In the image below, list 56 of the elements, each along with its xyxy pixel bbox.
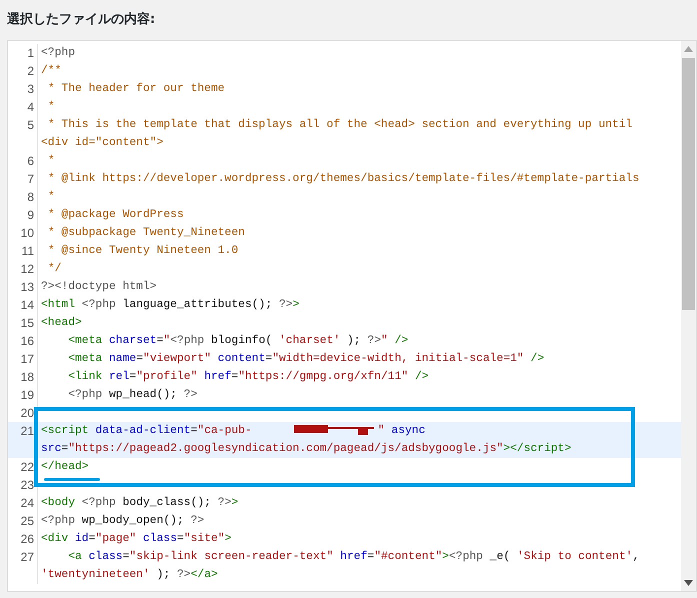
code-line: * bbox=[46, 100, 55, 115]
code-line: * This is the template that displays all of the <head> section and everything up until <div id="content"> bbox=[41, 118, 634, 151]
line-number: 24 bbox=[8, 494, 38, 512]
scrollbar-thumb[interactable] bbox=[682, 58, 695, 310]
code-line: <link rel="profile" href="https://gmpg.org/xfn/11" /> bbox=[67, 370, 429, 385]
code-line: * @package WordPress bbox=[46, 208, 184, 223]
code-line: <?php wp_body_open(); ?> bbox=[41, 514, 204, 529]
line-number: 2 bbox=[8, 62, 38, 80]
line-number: 22 bbox=[8, 458, 38, 476]
line-number: 3 bbox=[8, 80, 38, 98]
line-number: 14 bbox=[8, 296, 38, 314]
line-number: 1 bbox=[8, 44, 38, 62]
scroll-down-icon[interactable] bbox=[684, 580, 693, 586]
line-number: 27 bbox=[8, 548, 38, 584]
underline-mark bbox=[44, 478, 100, 481]
section-heading: 選択したファイルの内容: bbox=[6, 10, 156, 29]
line-number: 7 bbox=[8, 170, 38, 188]
line-number: 13 bbox=[8, 278, 38, 296]
scroll-up-icon[interactable] bbox=[684, 46, 693, 52]
line-number: 16 bbox=[8, 332, 38, 350]
code-line: <meta name="viewport" content="width=device-width, initial-scale=1" /> bbox=[67, 352, 544, 367]
line-number: 6 bbox=[8, 152, 38, 170]
line-number: 4 bbox=[8, 98, 38, 116]
code-line: <body <?php body_class(); ?>> bbox=[41, 496, 238, 511]
code-line: <script data-ad-client="ca-pub- " async src="https://pagead2.googlesyndication.com/pagead/js/adsbygoogle.js"></script> bbox=[41, 423, 572, 457]
code-line: /** bbox=[41, 64, 62, 79]
code-line: * bbox=[46, 154, 55, 169]
code-line: * @since Twenty Nineteen 1.0 bbox=[46, 244, 238, 259]
code-line: * The header for our theme bbox=[46, 82, 225, 97]
line-number: 17 bbox=[8, 350, 38, 368]
code-line: <?php bbox=[41, 46, 75, 61]
line-number: 21 bbox=[8, 422, 38, 458]
line-number: 10 bbox=[8, 224, 38, 242]
line-number: 18 bbox=[8, 368, 38, 386]
code-line: <head> bbox=[41, 316, 82, 331]
code-line: </head> bbox=[41, 460, 89, 475]
line-number: 9 bbox=[8, 206, 38, 224]
line-number: 26 bbox=[8, 530, 38, 548]
line-number: 23 bbox=[8, 476, 38, 494]
code-line: */ bbox=[46, 262, 62, 277]
line-number: 8 bbox=[8, 188, 38, 206]
code-line: <?php wp_head(); ?> bbox=[67, 388, 198, 403]
line-number: 11 bbox=[8, 242, 38, 260]
code-line: * @subpackage Twenty_Nineteen bbox=[46, 226, 245, 241]
code-line: <div id="page" class="site"> bbox=[41, 532, 232, 547]
line-number: 12 bbox=[8, 260, 38, 278]
code-line: <html <?php language_attributes(); ?>> bbox=[41, 298, 300, 313]
line-number: 15 bbox=[8, 314, 38, 332]
line-number: 19 bbox=[8, 386, 38, 404]
code-line: <a class="skip-link screen-reader-text" href="#content"><?php _e( 'Skip to content', 'twentynineteen' ); ?></a> bbox=[41, 550, 640, 583]
code-line: <meta charset="<?php bloginfo( 'charset' ); ?>" /> bbox=[67, 334, 408, 349]
code-line: * bbox=[46, 190, 55, 205]
line-number: 5 bbox=[8, 116, 38, 152]
line-number: 25 bbox=[8, 512, 38, 530]
code-line: ?><!doctype html> bbox=[41, 280, 157, 295]
code-line: * @link https://developer.wordpress.org/themes/basics/template-files/#template-partials bbox=[46, 172, 640, 187]
